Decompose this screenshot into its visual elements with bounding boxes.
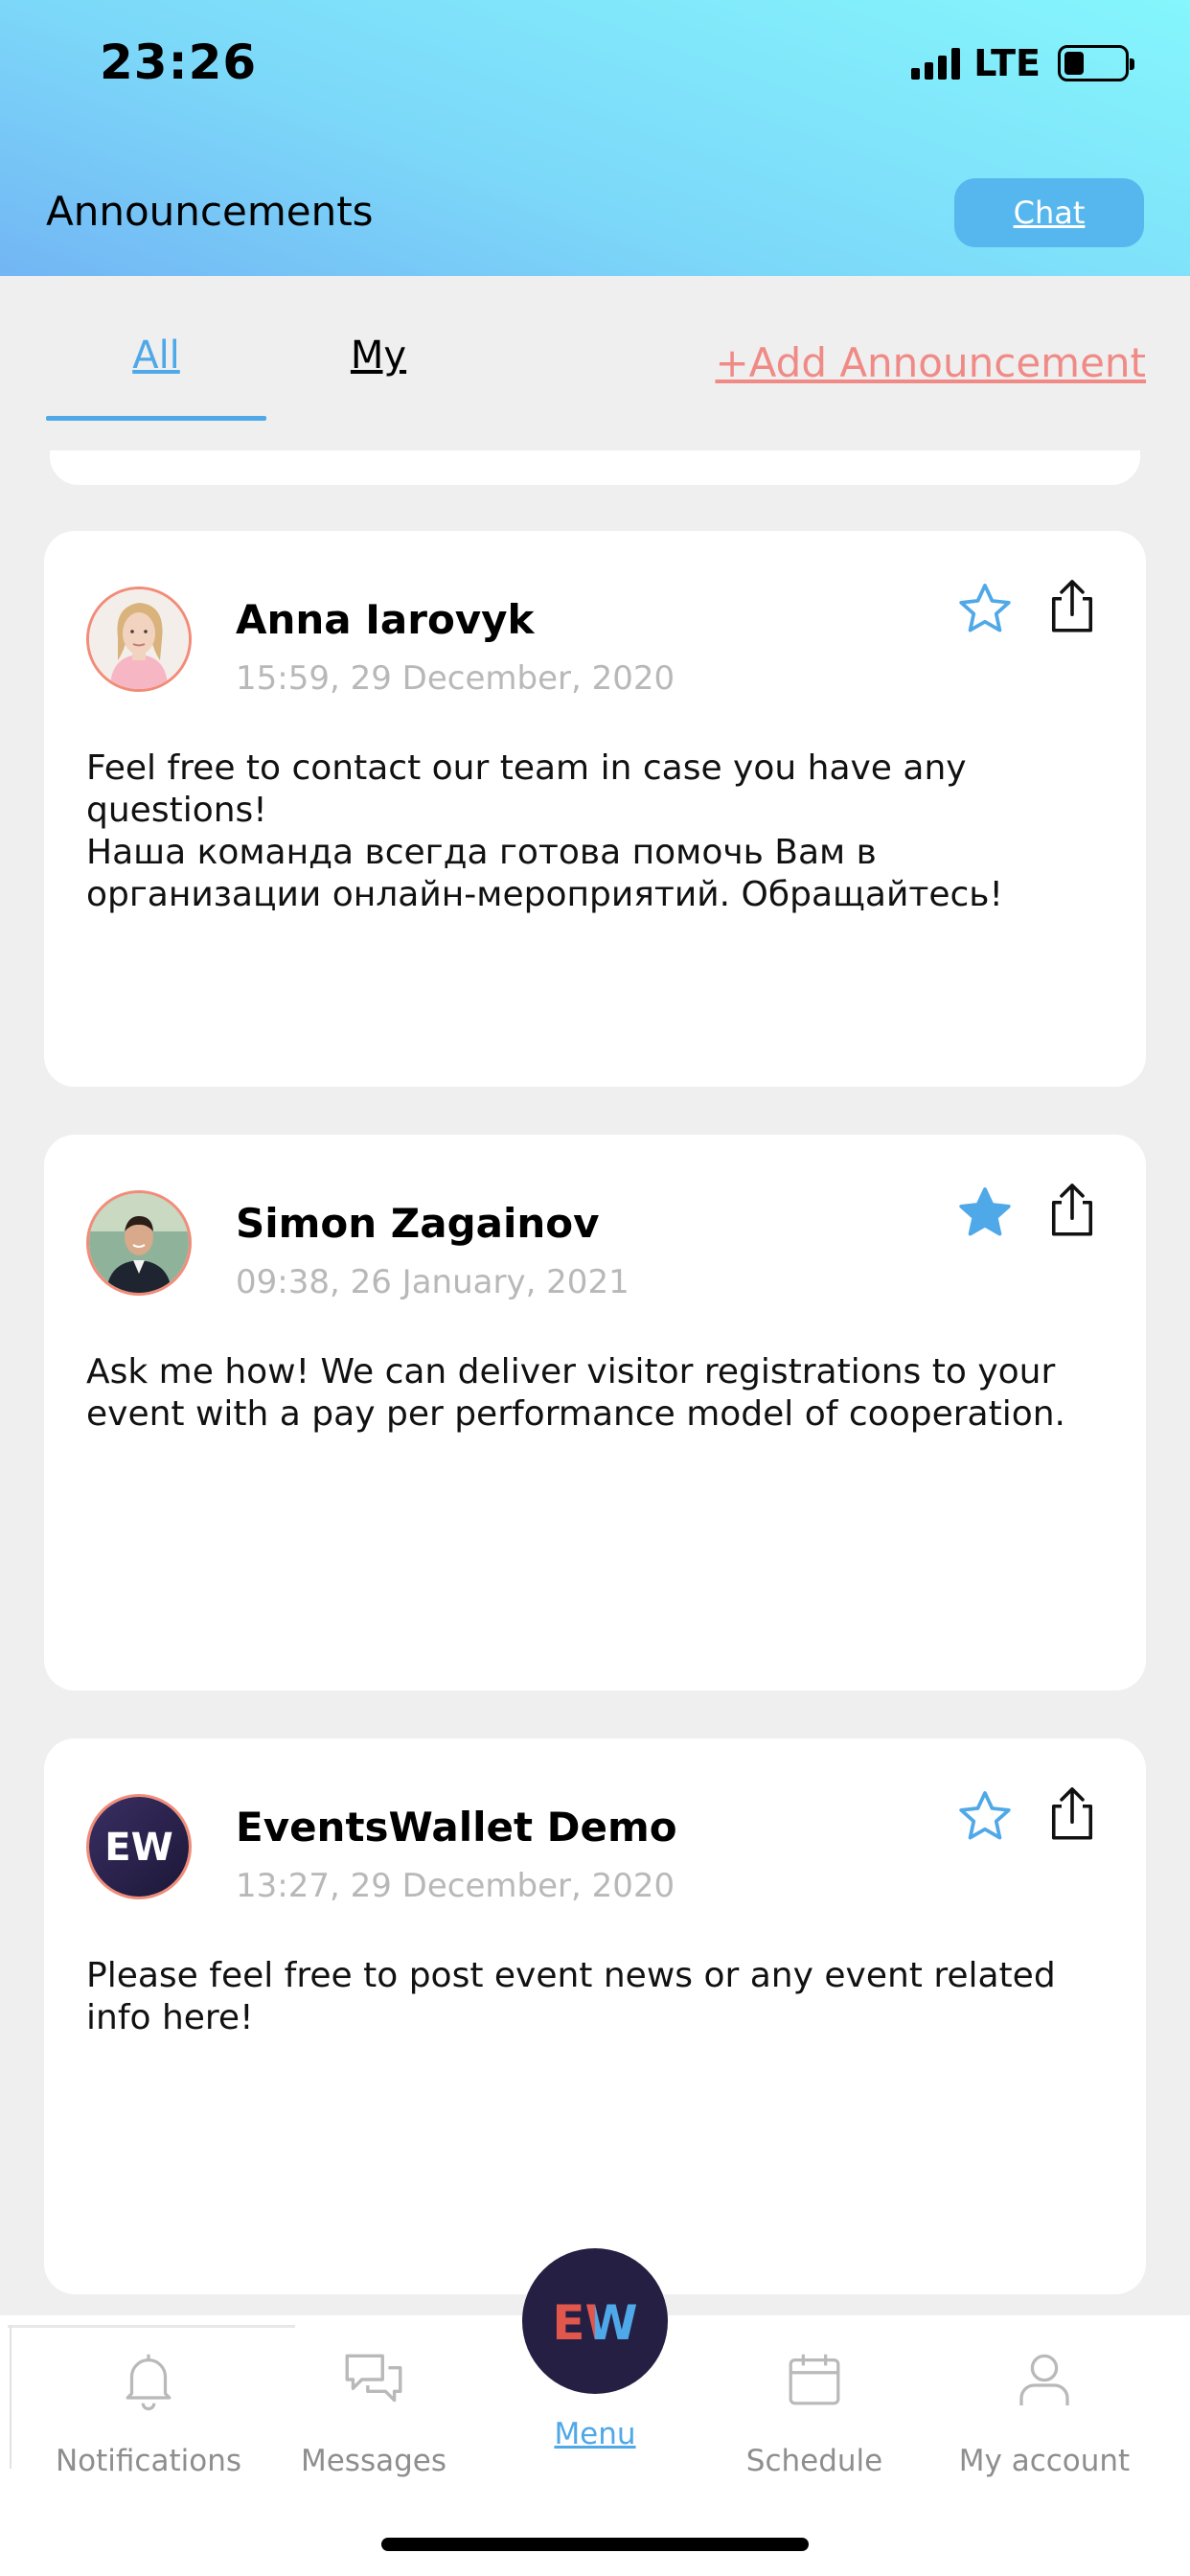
page-title: Announcements <box>46 188 374 235</box>
author-name: Anna Iarovyk <box>236 596 535 643</box>
announcement-text: Feel free to contact our team in case yo… <box>86 748 1003 914</box>
home-indicator <box>381 2538 809 2551</box>
nav-label: Notifications <box>55 2444 242 2478</box>
status-time: 23:26 <box>100 34 258 90</box>
avatar[interactable] <box>86 1190 192 1296</box>
star-outline-icon[interactable] <box>954 579 1016 640</box>
timestamp: 15:59, 29 December, 2020 <box>236 659 675 698</box>
bell-icon <box>126 2354 172 2411</box>
nav-schedule[interactable]: Schedule <box>719 2315 910 2507</box>
share-icon[interactable] <box>1041 1782 1104 1846</box>
nav-messages[interactable]: Messages <box>287 2315 460 2507</box>
announcement-text: Ask me how! We can deliver visitor regis… <box>86 1352 1065 1434</box>
active-tab-indicator <box>46 416 266 421</box>
nav-my-account[interactable]: My account <box>939 2315 1150 2507</box>
announcement-text: Please feel free to post event news or a… <box>86 1956 1056 2037</box>
menu-button[interactable]: EW <box>522 2248 668 2394</box>
tab-bar: All My +Add Announcement <box>0 276 1190 468</box>
star-outline-icon[interactable] <box>954 1786 1016 1848</box>
ew-logo-icon: EW <box>552 2295 637 2351</box>
add-announcement-link[interactable]: +Add Announcement <box>715 339 1146 386</box>
announcement-card: EW EventsWallet Demo 13:27, 29 December,… <box>44 1738 1146 2294</box>
nav-label: Messages <box>300 2444 447 2478</box>
user-icon <box>1019 2354 1069 2405</box>
avatar[interactable] <box>86 586 192 692</box>
tab-my[interactable]: My <box>326 334 431 378</box>
nav-menu-label[interactable]: Menu <box>498 2417 692 2451</box>
network-label: LTE <box>973 42 1041 84</box>
calendar-icon <box>789 2354 840 2405</box>
share-icon[interactable] <box>1041 575 1104 638</box>
timestamp: 09:38, 26 January, 2021 <box>236 1263 629 1301</box>
author-name: EventsWallet Demo <box>236 1804 677 1851</box>
chat-button[interactable]: Chat <box>954 178 1144 247</box>
battery-icon <box>1058 45 1134 81</box>
signal-icon <box>911 47 961 80</box>
chat-bubbles-icon <box>345 2354 402 2403</box>
share-icon[interactable] <box>1041 1179 1104 1242</box>
star-filled-icon[interactable] <box>954 1183 1016 1244</box>
ew-logo-text: EW <box>104 1826 172 1870</box>
previous-card-edge <box>50 450 1140 485</box>
announcement-card: Anna Iarovyk 15:59, 29 December, 2020 Fe… <box>44 531 1146 1087</box>
timestamp: 13:27, 29 December, 2020 <box>236 1867 675 1905</box>
nav-notifications[interactable]: Notifications <box>38 2315 259 2507</box>
status-indicators: LTE <box>911 42 1134 84</box>
author-name: Simon Zagainov <box>236 1200 600 1247</box>
divider <box>10 2325 11 2469</box>
avatar[interactable]: EW <box>86 1794 192 1899</box>
tab-all[interactable]: All <box>46 334 266 378</box>
nav-label: Schedule <box>745 2444 883 2478</box>
nav-label: My account <box>958 2444 1131 2478</box>
svg-text:EW: EW <box>552 2295 637 2351</box>
announcement-card: Simon Zagainov 09:38, 26 January, 2021 A… <box>44 1135 1146 1690</box>
header: 23:26 LTE Announcements Chat <box>0 0 1190 276</box>
